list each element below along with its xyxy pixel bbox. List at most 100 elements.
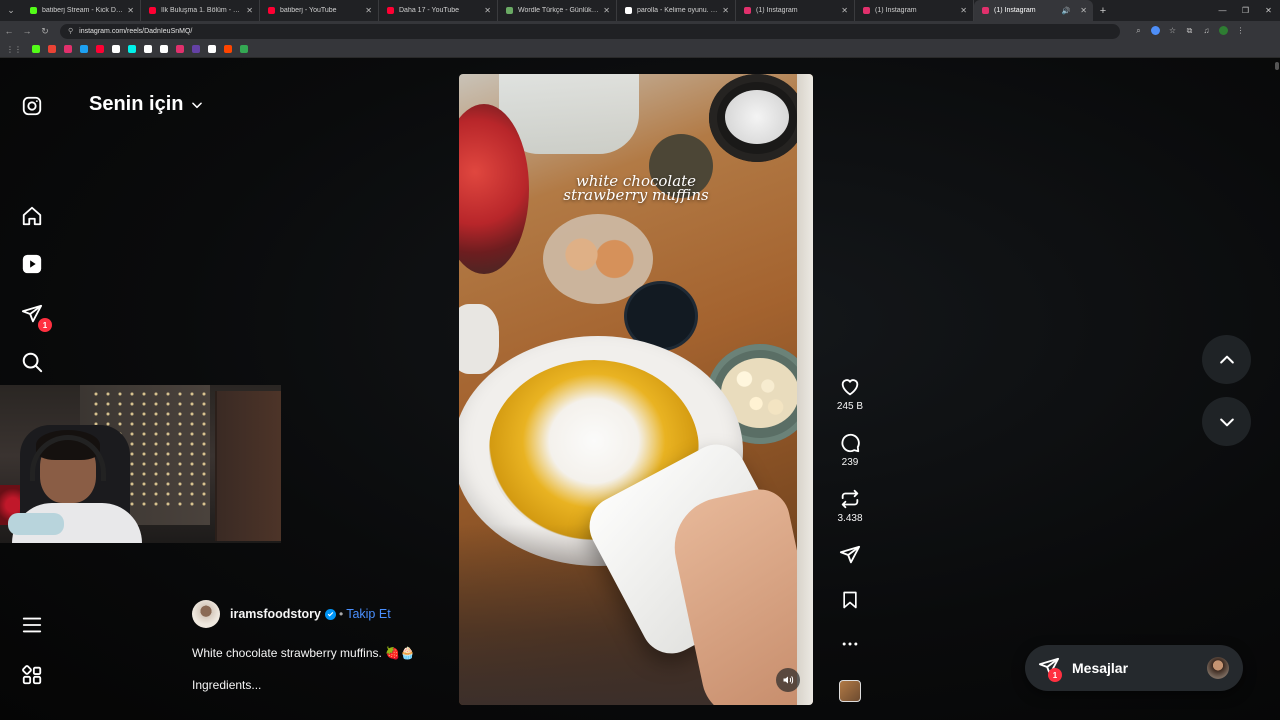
tab-title: İlk Buluşma 1. Bölüm - YouTube	[161, 7, 242, 14]
apps-grid-icon[interactable]: ⋮⋮	[6, 45, 22, 54]
bookmark-icon[interactable]	[160, 45, 168, 53]
reels-icon[interactable]	[20, 252, 44, 276]
favicon-icon	[30, 7, 37, 14]
new-tab-button[interactable]: +	[1093, 5, 1113, 17]
tab-title: (1) Instagram	[875, 7, 917, 14]
browser-tab[interactable]: batiberj Stream - Kick Dashbo...✕	[22, 0, 141, 21]
search-icon[interactable]	[20, 350, 44, 374]
extensions-icon[interactable]: ⧉	[1181, 26, 1198, 37]
tab-search-icon[interactable]: ⌄	[0, 0, 22, 21]
instagram-page: 1 Senin için white chocolate strawberry …	[0, 58, 1280, 720]
caption-more[interactable]: Ingredients...	[192, 678, 452, 692]
messages-icon[interactable]: 1	[20, 302, 52, 332]
bookmark-icon[interactable]	[32, 45, 40, 53]
tab-title: batiberj - YouTube	[280, 7, 337, 14]
bookmark-icon[interactable]	[840, 590, 860, 610]
share-action	[828, 544, 872, 566]
close-tab-icon[interactable]: ✕	[841, 6, 848, 15]
favicon-icon	[149, 7, 156, 14]
browser-tab[interactable]: İlk Buluşma 1. Bölüm - YouTube ✕	[141, 0, 260, 21]
favicon-icon	[268, 7, 275, 14]
mute-button[interactable]	[776, 668, 800, 692]
repost-count: 3.438	[837, 513, 863, 524]
bookmark-icon[interactable]	[208, 45, 216, 53]
profile-avatar[interactable]	[1215, 25, 1232, 37]
favicon-icon	[863, 7, 870, 14]
tab-title: parolla - Kelime oyunu. Günlük	[637, 7, 718, 14]
url-field[interactable]: ⚲ instagram.com/reels/DadnIeuSnMQ/	[60, 23, 1120, 39]
close-tab-icon[interactable]: ✕	[960, 6, 967, 15]
bookmark-icon[interactable]	[112, 45, 120, 53]
close-window-icon[interactable]: ✕	[1257, 0, 1280, 21]
apps-icon[interactable]	[20, 663, 44, 687]
avatar	[1207, 657, 1229, 679]
page-scrollbar[interactable]	[1274, 58, 1280, 720]
browser-tab[interactable]: (1) Instagram ✕	[855, 0, 974, 21]
audio-thumbnail[interactable]	[839, 680, 861, 702]
more-icon[interactable]	[840, 634, 860, 654]
browser-tab[interactable]: parolla - Kelime oyunu. Günlük ✕	[617, 0, 736, 21]
favicon-icon	[625, 7, 632, 14]
restore-icon[interactable]: ❐	[1234, 0, 1257, 21]
minimize-icon[interactable]: —	[1211, 0, 1234, 21]
chevron-down-icon	[192, 101, 203, 108]
reel-video[interactable]: white chocolate strawberry muffins	[459, 74, 813, 705]
close-tab-icon[interactable]: ✕	[1080, 6, 1087, 15]
share-icon[interactable]	[839, 544, 861, 566]
browser-tab[interactable]: Wordle Türkçe - Günlük Kelime ✕	[498, 0, 617, 21]
close-tab-icon[interactable]: ✕	[127, 6, 134, 15]
browser-tab[interactable]: (1) Instagram 🔊 ✕	[974, 0, 1093, 21]
tab-title: (1) Instagram	[756, 7, 798, 14]
username[interactable]: iramsfoodstory	[230, 607, 321, 621]
browser-tab-strip: ⌄ batiberj Stream - Kick Dashbo...✕İlk B…	[0, 0, 1280, 21]
back-icon[interactable]: ←	[0, 26, 18, 36]
heart-icon[interactable]	[839, 376, 861, 398]
zoom-icon[interactable]: ⌕	[1130, 26, 1147, 37]
messages-badge: 1	[38, 318, 52, 332]
chevron-down-icon	[1219, 418, 1234, 426]
browser-menu-icon[interactable]: ⋮	[1232, 26, 1249, 37]
tab-audio-icon[interactable]: 🔊	[1062, 7, 1071, 15]
browser-tab[interactable]: (1) Instagram ✕	[736, 0, 855, 21]
avatar[interactable]	[192, 600, 220, 628]
forward-icon[interactable]: →	[18, 26, 36, 36]
window-controls: — ❐ ✕	[1211, 0, 1280, 21]
save-action	[828, 590, 872, 610]
bookmark-icon[interactable]	[240, 45, 248, 53]
extension-sync-icon[interactable]	[1147, 25, 1164, 37]
bookmark-icon[interactable]	[128, 45, 136, 53]
previous-reel-button[interactable]	[1202, 335, 1251, 384]
close-tab-icon[interactable]: ✕	[365, 6, 372, 15]
comment-icon[interactable]	[839, 432, 861, 454]
bookmark-icon[interactable]	[80, 45, 88, 53]
close-tab-icon[interactable]: ✕	[246, 6, 253, 15]
menu-icon[interactable]	[20, 613, 44, 637]
instagram-icon[interactable]	[20, 94, 44, 118]
close-tab-icon[interactable]: ✕	[603, 6, 610, 15]
close-tab-icon[interactable]: ✕	[484, 6, 491, 15]
speaker-icon	[783, 676, 794, 684]
messages-button[interactable]: 1 Mesajlar	[1025, 645, 1243, 691]
bookmark-icon[interactable]	[48, 45, 56, 53]
bookmark-icon[interactable]	[144, 45, 152, 53]
media-icon[interactable]: ♫	[1198, 26, 1215, 37]
repost-icon[interactable]	[839, 488, 861, 510]
feed-selector[interactable]: Senin için	[89, 93, 204, 116]
bookmark-icon[interactable]	[176, 45, 184, 53]
bookmark-icon[interactable]	[64, 45, 72, 53]
like-action: 245 B	[828, 376, 872, 412]
bookmark-star-icon[interactable]: ☆	[1164, 26, 1181, 37]
browser-tab[interactable]: Daha 17 - YouTube ✕	[379, 0, 498, 21]
follow-button[interactable]: Takip Et	[346, 607, 390, 621]
reload-icon[interactable]: ↻	[36, 26, 54, 37]
site-info-icon[interactable]: ⚲	[68, 27, 73, 35]
favicon-icon	[387, 7, 394, 14]
home-icon[interactable]	[20, 204, 44, 228]
browser-tab[interactable]: batiberj - YouTube ✕	[260, 0, 379, 21]
bookmark-icon[interactable]	[96, 45, 104, 53]
bookmark-icon[interactable]	[224, 45, 232, 53]
chevron-up-icon	[1219, 355, 1234, 363]
next-reel-button[interactable]	[1202, 397, 1251, 446]
bookmark-icon[interactable]	[192, 45, 200, 53]
close-tab-icon[interactable]: ✕	[722, 6, 729, 15]
